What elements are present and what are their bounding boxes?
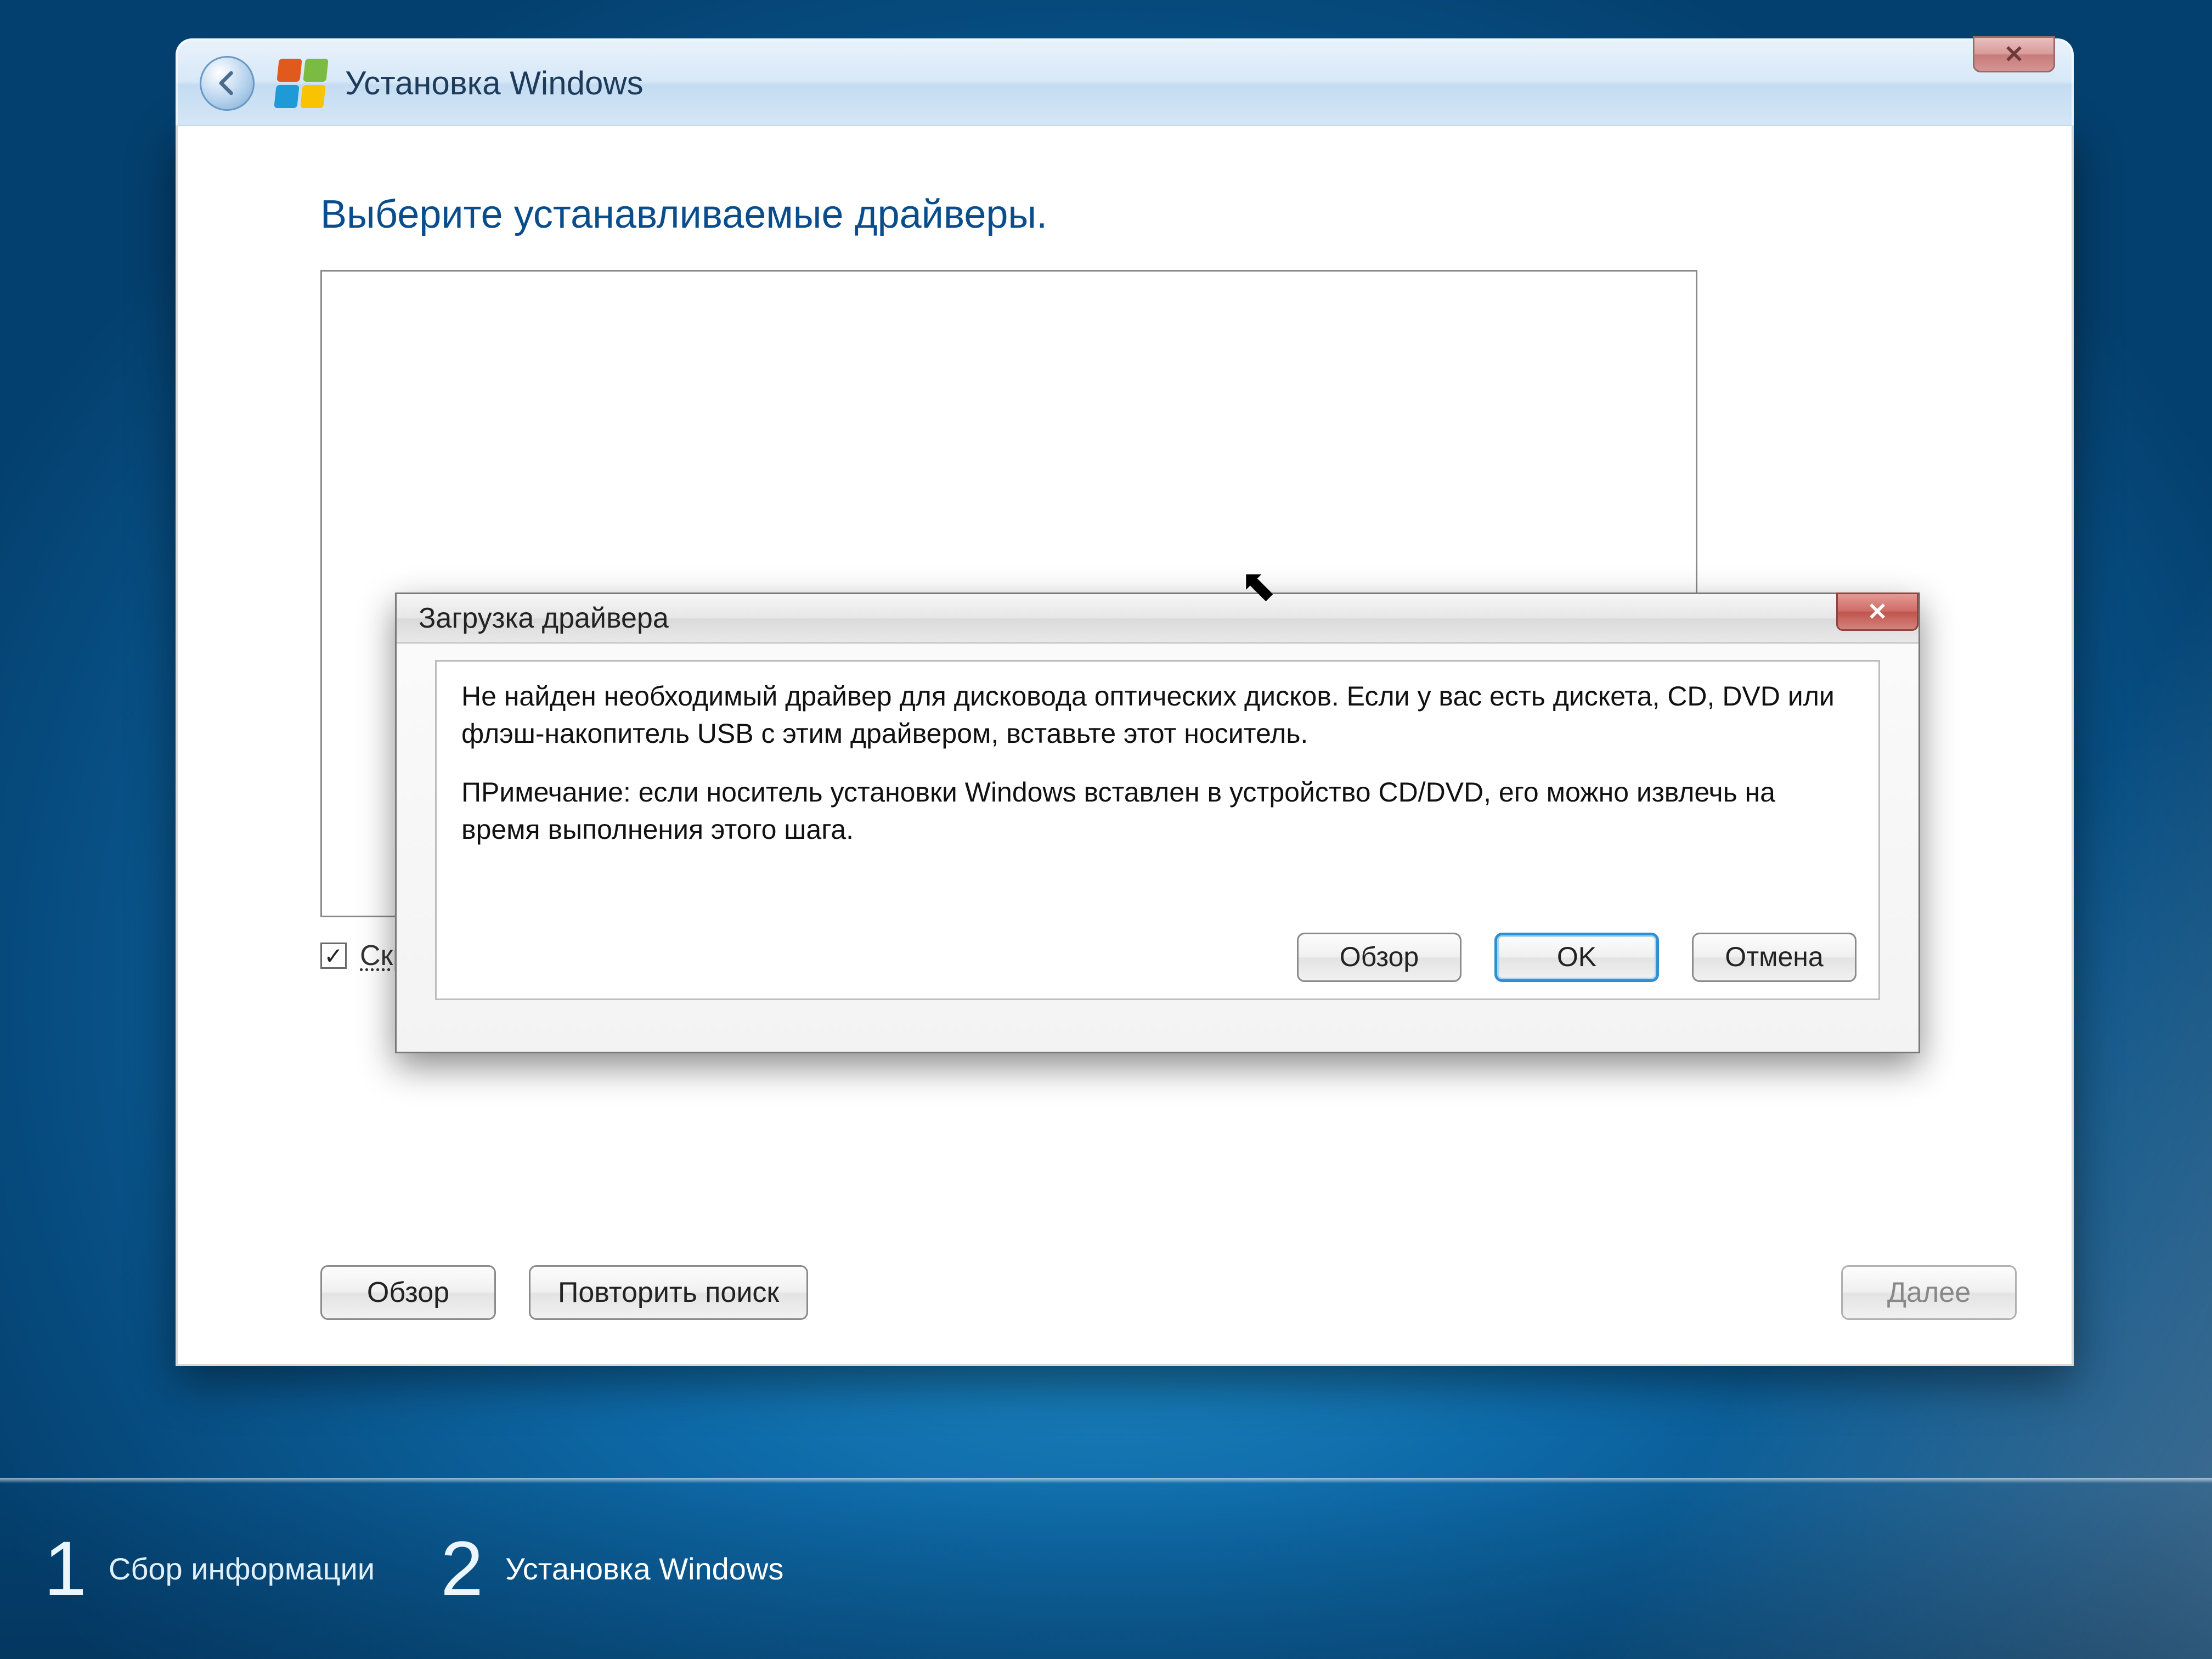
step2-label: Установка Windows	[505, 1551, 783, 1587]
wizard-close-button[interactable]: ✕	[1973, 36, 2055, 72]
progress-separator	[0, 1478, 2212, 1483]
dialog-close-button[interactable]: ✕	[1836, 592, 1918, 631]
back-button[interactable]	[200, 56, 255, 111]
dialog-browse-button[interactable]: Обзор	[1297, 933, 1462, 982]
progress-step-1: 1 Сбор информации	[44, 1524, 375, 1613]
next-label: Далее	[1887, 1276, 1971, 1309]
arrow-left-icon	[212, 68, 242, 98]
install-progress-bar: 1 Сбор информации 2 Установка Windows	[0, 1478, 2212, 1659]
dialog-title: Загрузка драйвера	[419, 602, 669, 635]
rescan-label: Повторить поиск	[558, 1276, 779, 1309]
close-icon: ✕	[1867, 598, 1888, 626]
windows-logo-icon	[274, 59, 328, 108]
dialog-button-row: Обзор OK Отмена	[1297, 933, 1857, 982]
step1-number: 1	[44, 1524, 87, 1613]
dialog-message: Не найден необходимый драйвер для дисков…	[461, 678, 1854, 752]
dialog-titlebar: Загрузка драйвера ✕	[397, 594, 1918, 644]
ok-button[interactable]: OK	[1494, 933, 1659, 982]
checkbox-icon: ✓	[320, 943, 347, 969]
progress-step-2: 2 Установка Windows	[441, 1524, 783, 1613]
wizard-title: Установка Windows	[345, 64, 644, 102]
dialog-body: Не найден необходимый драйвер для дисков…	[397, 644, 1918, 1017]
cancel-button[interactable]: Отмена	[1692, 933, 1857, 982]
dialog-browse-label: Обзор	[1340, 939, 1419, 976]
wizard-titlebar: Установка Windows ✕	[176, 38, 2074, 126]
wizard-bottom-buttons: Обзор Повторить поиск	[320, 1265, 808, 1320]
cancel-label: Отмена	[1725, 939, 1823, 976]
rescan-button[interactable]: Повторить поиск	[529, 1265, 808, 1320]
page-heading: Выберите устанавливаемые драйверы.	[320, 192, 1929, 237]
close-icon: ✕	[2004, 41, 2024, 69]
dialog-note: ПРимечание: если носитель установки Wind…	[461, 774, 1854, 848]
ok-label: OK	[1557, 939, 1596, 976]
step1-label: Сбор информации	[109, 1551, 375, 1587]
wizard-browse-button[interactable]: Обзор	[320, 1265, 496, 1320]
load-driver-dialog: Загрузка драйвера ✕ Не найден необходимы…	[395, 592, 1920, 1053]
dialog-content-frame: Не найден необходимый драйвер для дисков…	[435, 660, 1880, 1000]
step2-number: 2	[441, 1524, 483, 1613]
next-button[interactable]: Далее	[1841, 1265, 2017, 1320]
wizard-browse-label: Обзор	[367, 1276, 449, 1309]
